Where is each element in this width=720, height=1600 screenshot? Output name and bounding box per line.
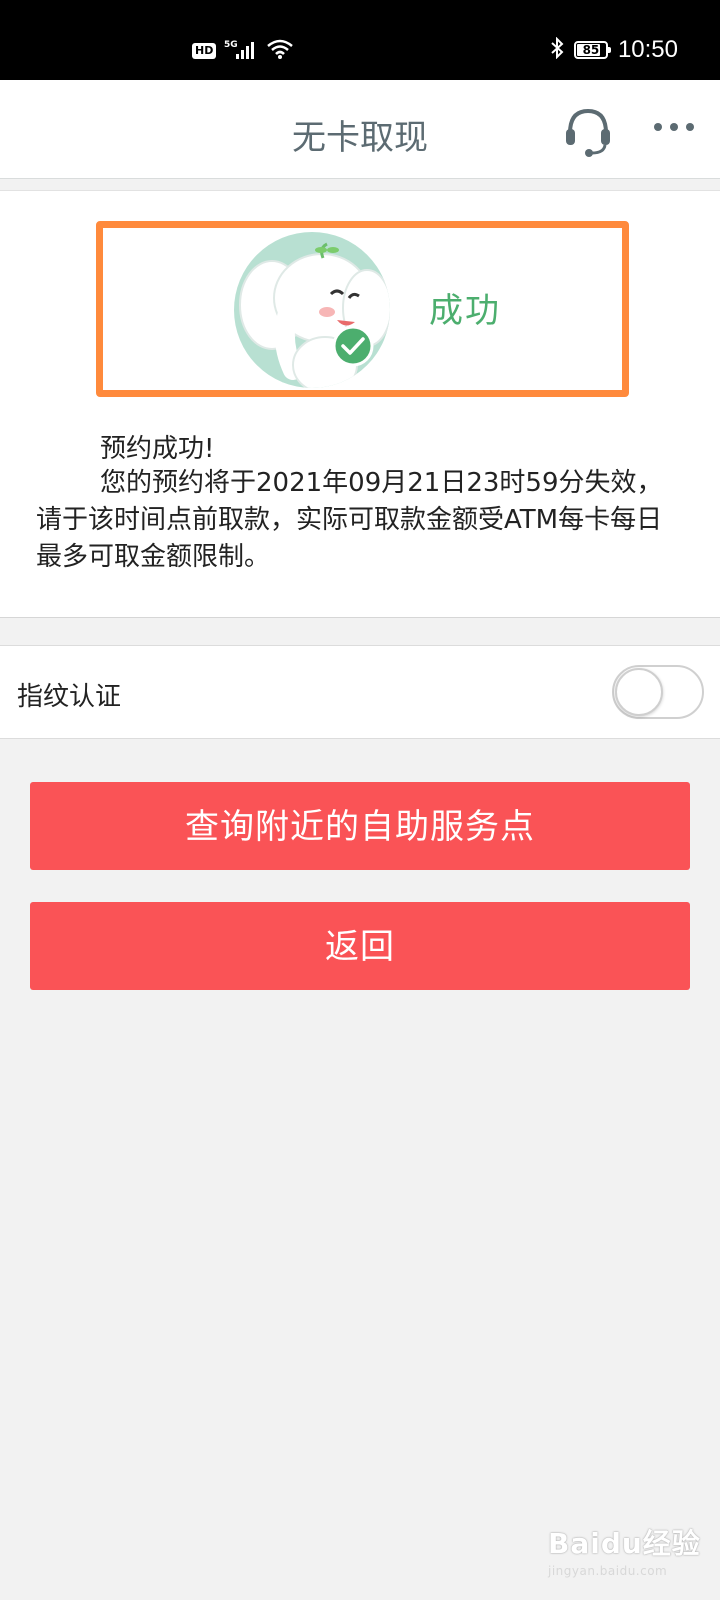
battery-icon: 85 [573,41,611,59]
success-label: 成功 [429,291,501,331]
fingerprint-row: 指纹认证 [0,645,720,739]
status-time: 10:50 [617,36,678,63]
battery-tip [607,47,611,53]
toggle-knob [615,668,663,716]
back-button[interactable]: 返回 [30,902,690,990]
nearby-service-button[interactable]: 查询附近的自助服务点 [30,782,690,870]
result-card: 成功 预约成功! 您的预约将于2021年09月21日23时59分失效，请于该时间… [0,190,720,618]
success-banner: 成功 [96,221,629,397]
fingerprint-toggle[interactable] [612,665,704,719]
app-header: 无卡取现 [0,80,720,179]
status-right: 85 10:50 [550,36,678,64]
message-body: 您的预约将于2021年09月21日23时59分失效，请于该时间点前取款，实际可取… [36,468,663,572]
elephant-mascot-icon [227,230,397,394]
headset-icon[interactable] [562,105,614,161]
signal-5g-icon: 5G [224,38,258,64]
watermark-sub: jingyan.baidu.com [548,1564,668,1578]
battery-percent: 85 [582,43,600,57]
bluetooth-icon [550,36,564,63]
svg-text:5G: 5G [224,40,238,50]
watermark-main: Baidu经验 [548,1527,701,1560]
baidu-watermark: Baidu经验 jingyan.baidu.com [548,1522,701,1578]
status-left: HD 5G [192,38,294,64]
fingerprint-label: 指纹认证 [17,682,122,712]
status-bar: HD 5G 85 10:50 [0,0,720,80]
wifi-icon [266,38,294,64]
more-icon[interactable] [652,116,696,142]
hd-badge: HD [192,43,217,59]
message-title: 预约成功! [100,434,215,464]
